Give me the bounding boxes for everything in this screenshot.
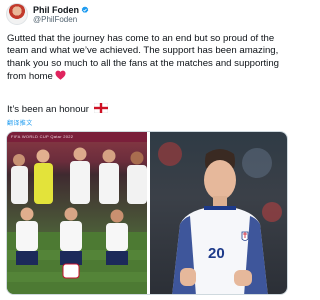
avatar[interactable] [6,3,28,25]
author-name-row: Phil Foden [33,4,89,15]
tweet-media-grid[interactable]: FIFA WORLD CUP Qatar 2022 20 [6,131,288,295]
jersey-number: 20 [208,245,225,262]
tweet-closing-line: It’s been an honour [7,103,108,116]
england-flag-emoji-icon [93,103,108,113]
player-photo[interactable]: 20 [150,132,287,294]
tweet-header: Phil Foden @PhilFoden [6,3,288,29]
tweet-text: Gutted that the journey has come to an e… [7,33,289,84]
verified-badge-icon [81,6,89,13]
tweet-body: Gutted that the journey has come to an e… [7,33,279,83]
player-graphic: 20 [172,149,268,294]
translate-tweet-link[interactable]: 翻译推文 [7,118,33,127]
closing-text: It’s been an honour [7,104,89,115]
team-photo[interactable]: FIFA WORLD CUP Qatar 2022 [7,132,147,294]
red-heart-emoji-icon [55,70,66,80]
author-handle[interactable]: @PhilFoden [33,15,77,24]
display-name[interactable]: Phil Foden [33,5,79,15]
team-players-graphic [7,147,147,294]
